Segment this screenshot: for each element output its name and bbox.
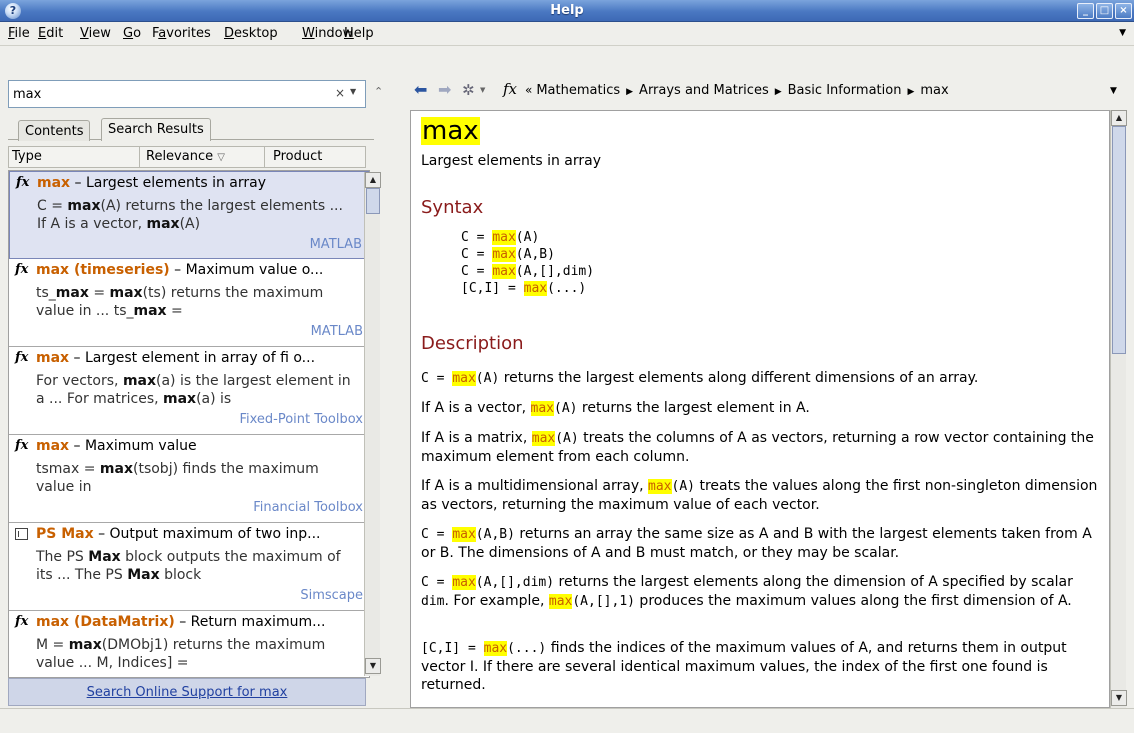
description-paragraph: C = max(A,B) returns an array the same s…: [421, 526, 1092, 561]
menu-favorites[interactable]: Favorites: [152, 26, 211, 41]
result-product: MATLAB: [310, 324, 363, 339]
search-results-list: fx max – Largest elements in array C = max…: [8, 170, 370, 678]
syntax-heading: Syntax: [421, 197, 484, 218]
menu-file[interactable]: File: [8, 26, 30, 41]
result-item[interactable]: fx max – Maximum value tsmax = max(tsobj) …: [9, 435, 369, 523]
clear-search-icon[interactable]: ×: [335, 86, 345, 100]
function-fx-icon: fx: [15, 262, 29, 277]
result-product: Financial Toolbox: [253, 500, 363, 515]
panel-splitter[interactable]: [398, 80, 404, 708]
search-input[interactable]: [13, 85, 313, 103]
search-box[interactable]: × ▼: [8, 80, 366, 108]
scroll-thumb[interactable]: [366, 188, 380, 214]
result-title: max (timeseries) – Maximum value o...: [36, 262, 324, 278]
results-scrollbar[interactable]: ▲ ▼: [364, 172, 381, 676]
forward-arrow-icon[interactable]: ➡: [438, 80, 451, 99]
content-scrollbar[interactable]: ▲ ▼: [1110, 110, 1127, 708]
result-product: Simscape: [300, 588, 363, 603]
result-snippet: For vectors, max(a) is the largest eleme…: [36, 373, 351, 407]
result-product: MATLAB: [309, 237, 362, 252]
description-paragraph: C = max(A,[],dim) returns the largest el…: [421, 574, 1073, 609]
search-online-support-link[interactable]: Search Online Support for max: [8, 678, 366, 706]
close-button[interactable]: ×: [1115, 3, 1132, 19]
tab-search-results[interactable]: Search Results: [101, 118, 211, 141]
result-item[interactable]: PS Max – Output maximum of two inp... The…: [9, 523, 369, 611]
scroll-down-icon[interactable]: ▼: [365, 658, 381, 674]
function-fx-icon: fx: [16, 175, 30, 190]
menu-edit[interactable]: Edit: [38, 26, 63, 41]
column-product[interactable]: Product: [273, 149, 322, 164]
result-item[interactable]: fx max (DataMatrix) – Return maximum... M …: [9, 611, 369, 677]
navigator-tabs: Contents Search Results: [8, 116, 374, 141]
breadcrumb-item[interactable]: Mathematics: [536, 83, 620, 98]
function-fx-icon: fx: [503, 80, 518, 98]
window-title: Help: [550, 3, 584, 18]
menu-go[interactable]: Go: [123, 26, 141, 41]
menu-overflow-icon[interactable]: ▼: [1119, 28, 1126, 38]
description-paragraph: If A is a multidimensional array, max(A)…: [421, 478, 1098, 513]
column-type[interactable]: Type: [12, 149, 42, 164]
result-item[interactable]: fx max – Largest element in array of fi o…: [9, 347, 369, 435]
tab-contents[interactable]: Contents: [18, 120, 91, 141]
results-column-header: Type Relevance ▽ Product: [8, 146, 366, 168]
result-title: max – Maximum value: [36, 438, 197, 454]
block-icon: [15, 528, 28, 540]
breadcrumb-item[interactable]: max: [920, 83, 948, 98]
breadcrumb-item[interactable]: Arrays and Matrices: [639, 83, 769, 98]
breadcrumb: «Mathematics ▶ Arrays and Matrices ▶ Basic I…: [525, 83, 949, 98]
result-item[interactable]: fx max (timeseries) – Maximum value o... t…: [9, 259, 369, 347]
collapse-panel-icon[interactable]: ⌃: [374, 85, 383, 98]
scroll-up-icon[interactable]: ▲: [365, 172, 381, 188]
gear-icon[interactable]: ✲: [462, 81, 475, 99]
maximize-button[interactable]: □: [1096, 3, 1113, 19]
result-item[interactable]: fx max – Largest elements in array C = max…: [9, 171, 369, 259]
result-snippet: The PS Max block outputs the maximum of …: [36, 549, 341, 583]
description-paragraph: C = max(A) returns the largest elements …: [421, 370, 979, 386]
description-paragraph: If A is a vector, max(A) returns the lar…: [421, 400, 810, 416]
breadcrumb-item[interactable]: Basic Information: [788, 83, 902, 98]
title-bar: ? Help _ □ ×: [0, 0, 1134, 22]
gear-dropdown-icon[interactable]: ▼: [480, 86, 485, 94]
description-paragraph: If A is a matrix, max(A) treats the colu…: [421, 430, 1094, 465]
result-snippet: tsmax = max(tsobj) finds the maximum val…: [36, 461, 319, 495]
syntax-block: C = max(A) C = max(A,B) C = max(A,[],dim…: [461, 230, 595, 296]
status-bar: [0, 708, 1134, 733]
search-dropdown-icon[interactable]: ▼: [350, 87, 356, 96]
back-arrow-icon[interactable]: ⬅: [414, 80, 427, 99]
result-title: max – Largest element in array of fi o..…: [36, 350, 316, 366]
sort-descending-icon: ▽: [217, 152, 225, 163]
breadcrumb-dropdown-icon[interactable]: ▼: [1110, 86, 1117, 96]
result-title: max – Largest elements in array: [37, 175, 266, 191]
column-relevance[interactable]: Relevance ▽: [146, 149, 225, 164]
content-scroll-up-icon[interactable]: ▲: [1111, 110, 1127, 126]
content-scroll-thumb[interactable]: [1112, 126, 1126, 354]
menu-view[interactable]: View: [80, 26, 111, 41]
doc-content: max Largest elements in array Syntax C =…: [410, 110, 1110, 708]
navigation-bar: ⬅ ➡ ✲ ▼ fx «Mathematics ▶ Arrays and Matri…: [408, 80, 1126, 104]
menu-help[interactable]: Help: [344, 26, 374, 41]
function-fx-icon: fx: [15, 350, 29, 365]
result-snippet: M = max(DMObj1) returns the maximum valu…: [36, 637, 326, 671]
content-scroll-down-icon[interactable]: ▼: [1111, 690, 1127, 706]
page-subtitle: Largest elements in array: [421, 153, 602, 169]
description-heading: Description: [421, 333, 524, 354]
page-title: max: [421, 116, 480, 146]
menu-desktop[interactable]: Desktop: [224, 26, 278, 41]
result-product: Fixed-Point Toolbox: [239, 412, 363, 427]
result-snippet: ts_max = max(ts) returns the maximum val…: [36, 285, 324, 319]
result-title: PS Max – Output maximum of two inp...: [36, 526, 321, 542]
function-fx-icon: fx: [15, 438, 29, 453]
function-fx-icon: fx: [15, 614, 29, 629]
description-paragraph: [C,I] = max(...) finds the indices of th…: [421, 640, 1067, 693]
minimize-button[interactable]: _: [1077, 3, 1094, 19]
result-title: max (DataMatrix) – Return maximum...: [36, 614, 326, 630]
result-snippet: C = max(A) returns the largest elements …: [37, 198, 343, 232]
menu-bar: ▼ File Edit View Go Favorites Desktop Window He…: [0, 22, 1134, 46]
